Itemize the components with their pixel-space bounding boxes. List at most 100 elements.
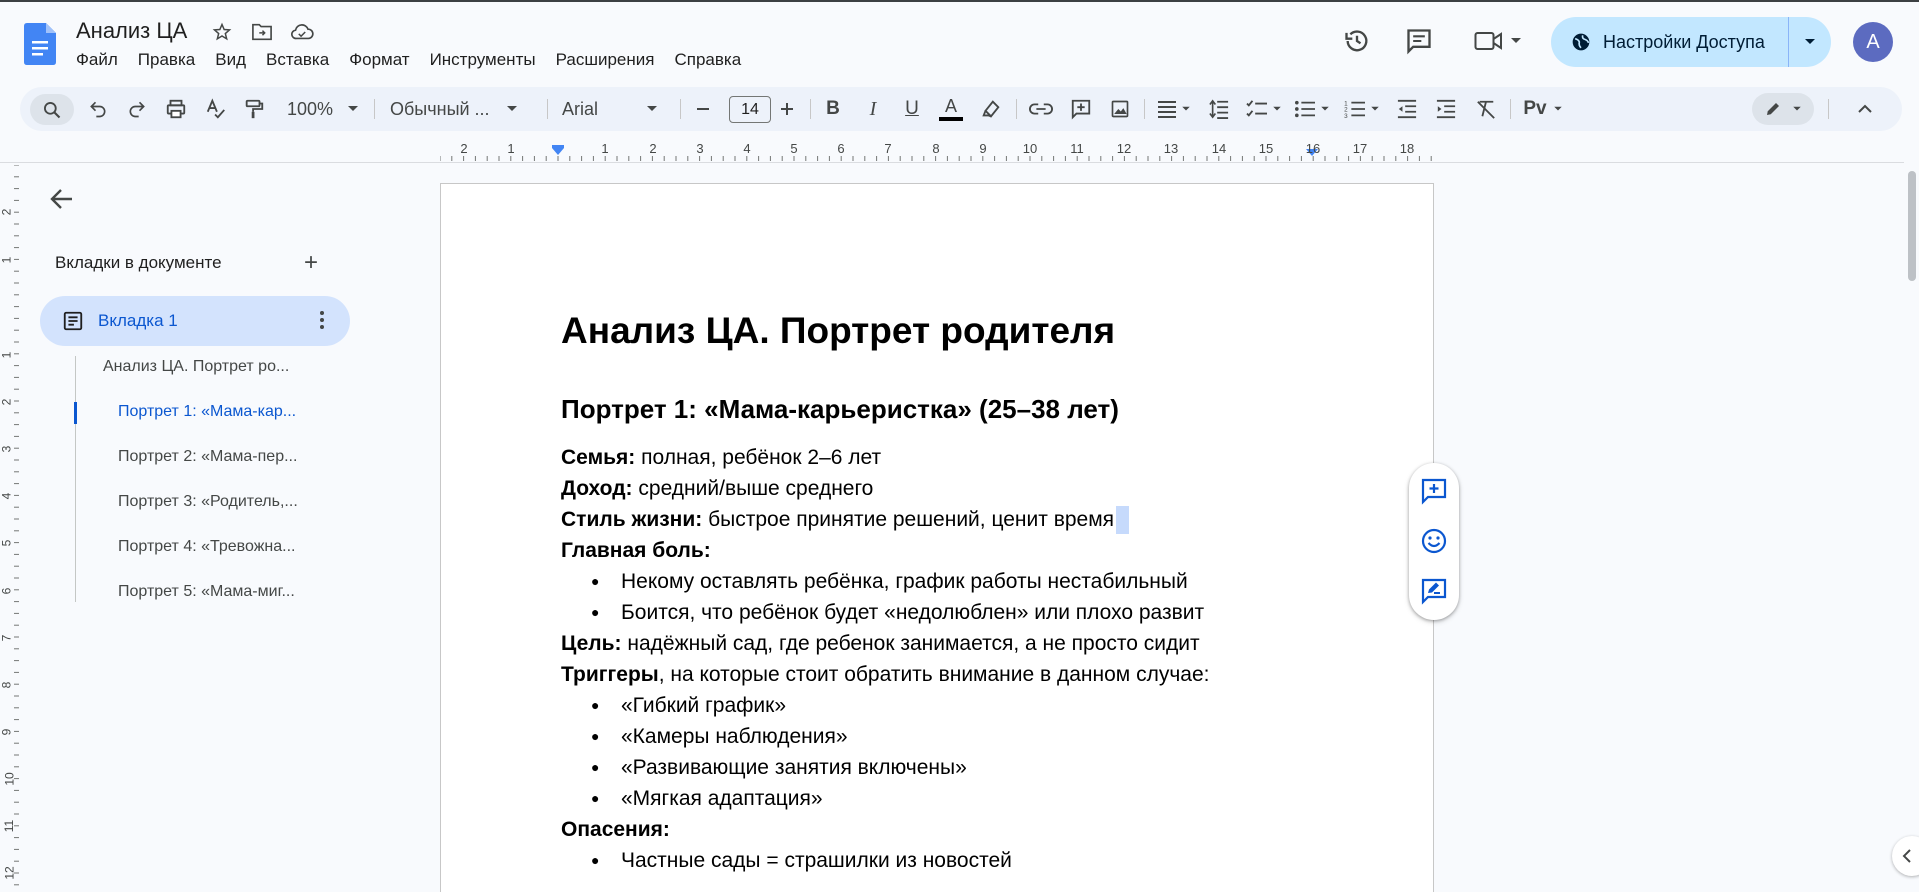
- ruler-label: 11: [1070, 141, 1084, 156]
- outline-item[interactable]: Портрет 3: «Родитель,...: [118, 493, 298, 511]
- menu-insert[interactable]: Вставка: [266, 50, 329, 70]
- variables-icon[interactable]: Pv: [1518, 87, 1568, 131]
- outline-item[interactable]: Портрет 5: «Мама-миг...: [118, 583, 295, 601]
- caret-down-icon: [647, 106, 658, 111]
- undo-icon[interactable]: [82, 87, 114, 131]
- zoom-select[interactable]: 100%: [282, 87, 364, 131]
- emoji-reaction-icon[interactable]: [1420, 527, 1448, 555]
- spellcheck-icon[interactable]: [200, 87, 232, 131]
- list-item-text: Некому оставлять ребёнка, график работы …: [621, 570, 1188, 593]
- decrease-indent-icon[interactable]: [1390, 87, 1424, 131]
- suggest-edits-icon[interactable]: [1420, 577, 1448, 605]
- horizontal-ruler[interactable]: 2 1 1 2 3 4 5 6 7 8 9 10 11 12 13 14 15 …: [440, 141, 1434, 162]
- back-arrow-icon[interactable]: [48, 185, 76, 213]
- add-comment-icon[interactable]: [1064, 87, 1098, 131]
- link-icon[interactable]: [1024, 87, 1058, 131]
- list-item: Частные сады = страшилки из новостей: [591, 845, 1012, 876]
- menu-help[interactable]: Справка: [674, 50, 741, 70]
- income-value: средний/выше среднего: [632, 477, 874, 500]
- style-value: Обычный ...: [390, 98, 490, 119]
- ruler-label: 9: [979, 141, 987, 156]
- version-history-icon[interactable]: [1340, 24, 1374, 58]
- menu-format[interactable]: Формат: [349, 50, 409, 70]
- line-spacing-icon[interactable]: [1202, 87, 1236, 131]
- edit-mode-icon[interactable]: [1752, 93, 1814, 125]
- increase-indent-icon[interactable]: [1429, 87, 1463, 131]
- font-value: Arial: [562, 98, 599, 119]
- collapse-icon[interactable]: [1848, 87, 1882, 131]
- ruler-label: 15: [1258, 141, 1274, 156]
- ruler-label: 17: [1352, 141, 1368, 156]
- text-color-icon[interactable]: A: [934, 87, 968, 131]
- caret-down-icon: [348, 106, 359, 111]
- ruler-label: 10: [1022, 141, 1038, 156]
- print-icon[interactable]: [160, 87, 192, 131]
- bold-icon[interactable]: B: [816, 87, 850, 131]
- list-item-text: Частные сады = страшилки из новостей: [621, 849, 1012, 872]
- ruler-label: 5: [790, 141, 798, 156]
- more-vert-icon[interactable]: [310, 308, 334, 332]
- ruler-label: 10: [2, 772, 17, 786]
- ruler-label: 2: [0, 398, 14, 406]
- outline-item[interactable]: Анализ ЦА. Портрет ро...: [103, 358, 289, 376]
- image-icon[interactable]: [1103, 87, 1137, 131]
- share-main-button[interactable]: Настройки Доступа: [1551, 17, 1789, 67]
- share-dropdown[interactable]: [1789, 38, 1831, 46]
- font-select[interactable]: Arial: [554, 87, 674, 131]
- add-tab-icon[interactable]: +: [304, 249, 318, 277]
- doc-subheading: Портрет 1: «Мама-карьеристка» (25–38 лет…: [561, 394, 1119, 424]
- align-icon[interactable]: [1152, 87, 1196, 131]
- vertical-scrollbar[interactable]: [1904, 165, 1919, 892]
- menu-view[interactable]: Вид: [215, 50, 246, 70]
- increase-font-size-icon[interactable]: [772, 87, 802, 131]
- ruler-label: 7: [0, 634, 14, 642]
- move-folder-icon[interactable]: [250, 20, 274, 44]
- document-page[interactable]: Анализ ЦА. Портрет родителя Портрет 1: «…: [440, 183, 1434, 892]
- add-comment-icon[interactable]: [1420, 477, 1448, 505]
- menu-file[interactable]: Файл: [76, 50, 118, 70]
- numbered-list-icon[interactable]: 123: [1340, 87, 1384, 131]
- document-title[interactable]: Анализ ЦА: [76, 18, 187, 44]
- font-size-input[interactable]: 14: [729, 96, 771, 123]
- cloud-saved-icon[interactable]: [290, 20, 314, 44]
- tab-1[interactable]: Вкладка 1: [40, 296, 350, 346]
- vertical-ruler[interactable]: 2 1 1 2 3 4 5 6 7 8 9 10 11 12: [0, 165, 20, 892]
- outline-item[interactable]: Портрет 2: «Мама-пер...: [118, 448, 297, 466]
- ruler-label: 3: [696, 141, 704, 156]
- style-select[interactable]: Обычный ...: [390, 87, 540, 131]
- triggers-line: Триггеры, на которые стоит обратить вним…: [561, 659, 1209, 690]
- redo-icon[interactable]: [121, 87, 153, 131]
- paint-format-icon[interactable]: [238, 87, 270, 131]
- share-button[interactable]: Настройки Доступа: [1551, 17, 1831, 67]
- goal-label: Цель:: [561, 632, 622, 655]
- meet-icon[interactable]: [1470, 24, 1526, 58]
- side-panel-toggle[interactable]: [1892, 836, 1919, 876]
- ruler-label: 8: [0, 681, 14, 689]
- decrease-font-size-icon[interactable]: [688, 87, 718, 131]
- outline-item[interactable]: Портрет 1: «Мама-кар...: [118, 403, 296, 421]
- underline-icon[interactable]: U: [895, 87, 929, 131]
- outline-item[interactable]: Портрет 4: «Тревожна...: [118, 538, 295, 556]
- checklist-icon[interactable]: [1242, 87, 1286, 131]
- menu-extensions[interactable]: Расширения: [556, 50, 655, 70]
- menu-edit[interactable]: Правка: [138, 50, 195, 70]
- avatar[interactable]: A: [1853, 22, 1893, 62]
- highlight-icon[interactable]: [974, 87, 1008, 131]
- lifestyle-line: Стиль жизни: быстрое принятие решений, ц…: [561, 504, 1130, 535]
- docs-logo-icon[interactable]: [24, 23, 56, 65]
- text-cursor: [1116, 506, 1130, 535]
- toolbar-controls: 100% Обычный ... Arial 14 B I U A 1 2 3 …: [20, 87, 1902, 131]
- ruler-label: 4: [0, 492, 14, 500]
- ruler-label: 2: [649, 141, 657, 156]
- document-tabs-title: Вкладки в документе: [55, 253, 222, 272]
- clear-formatting-icon[interactable]: [1469, 87, 1503, 131]
- family-label: Семья:: [561, 446, 636, 469]
- scrollbar-thumb[interactable]: [1908, 171, 1916, 281]
- caret-down-icon: [1805, 39, 1815, 44]
- menu-tools[interactable]: Инструменты: [430, 50, 536, 70]
- comments-icon[interactable]: [1402, 24, 1436, 58]
- star-icon[interactable]: [210, 20, 234, 44]
- bulleted-list-icon[interactable]: [1290, 87, 1334, 131]
- goal-value: надёжный сад, где ребенок занимается, а …: [621, 632, 1200, 655]
- italic-icon[interactable]: I: [856, 87, 890, 131]
